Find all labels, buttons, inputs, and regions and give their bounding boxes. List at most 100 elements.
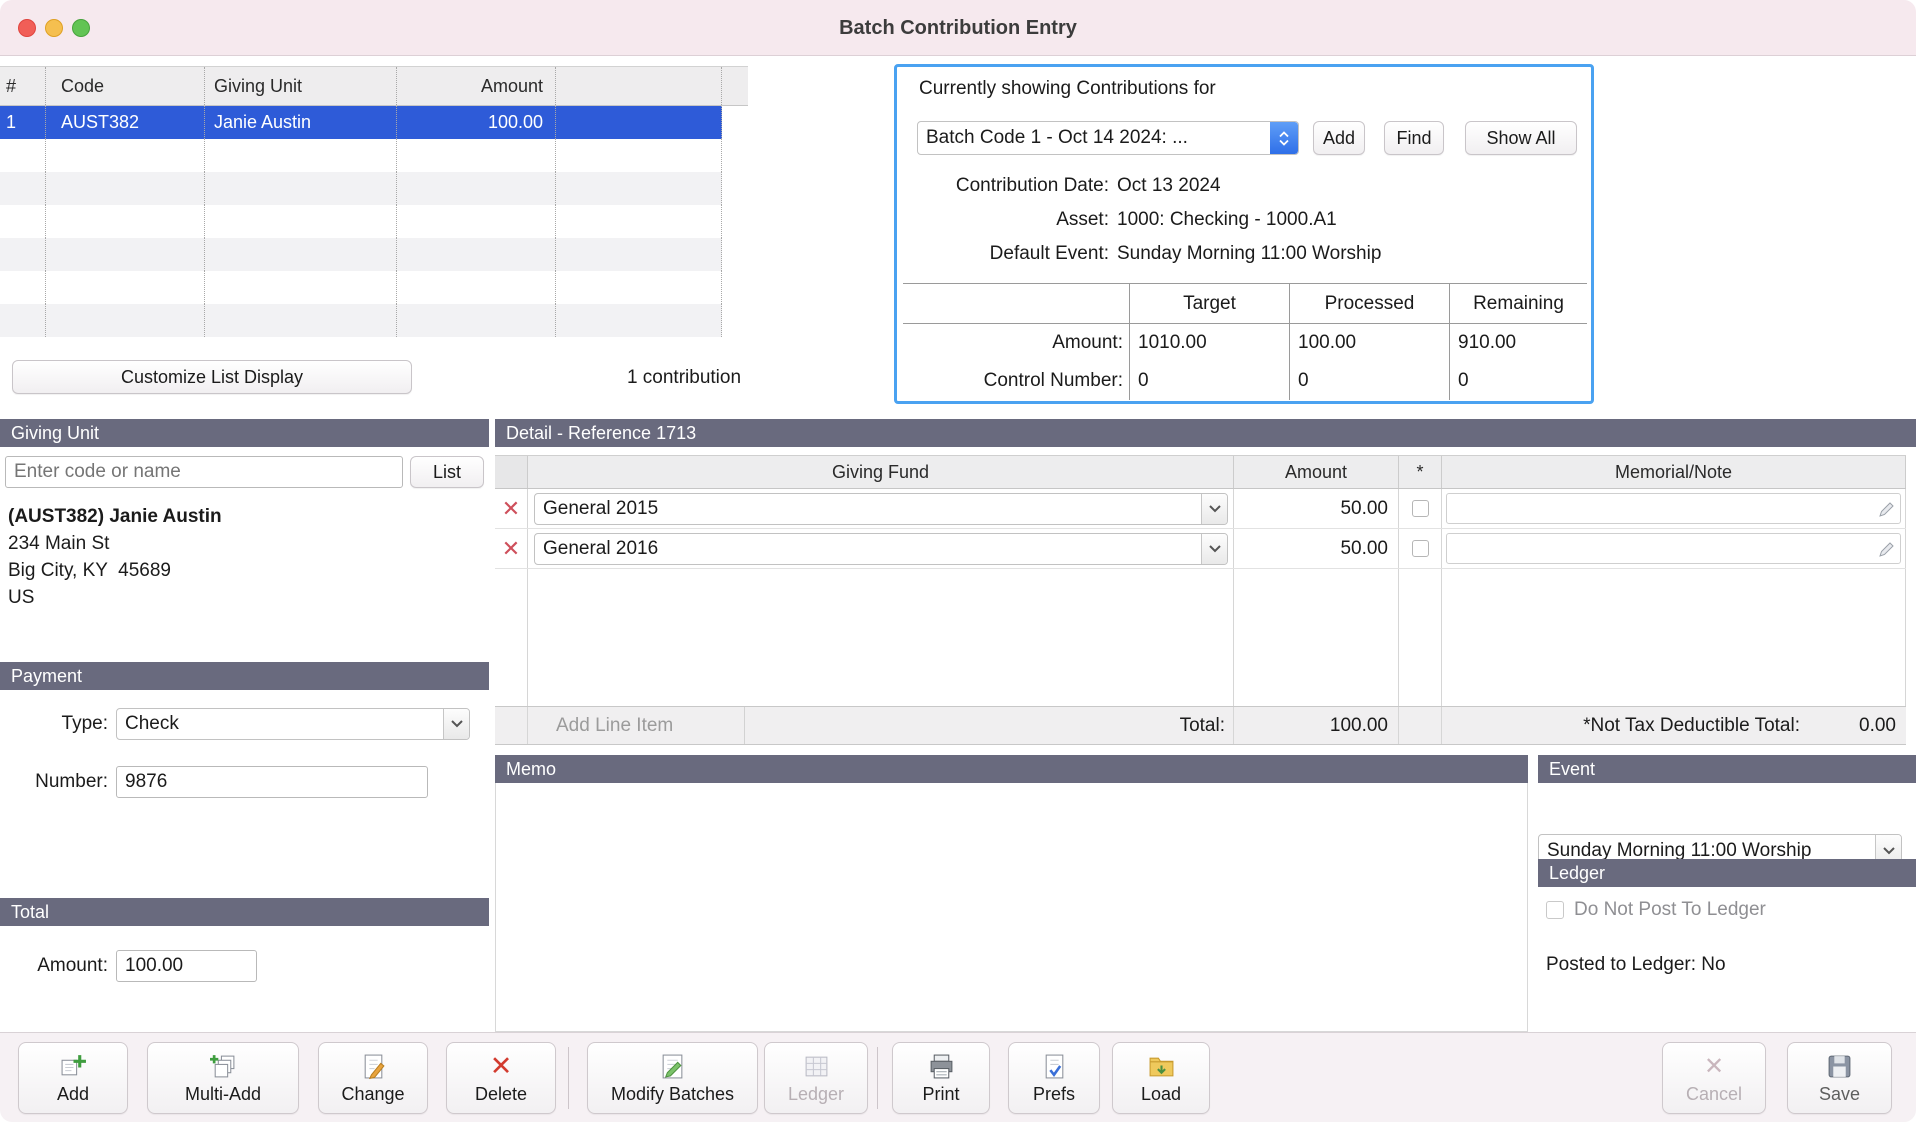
total-amount-input[interactable] [116, 950, 257, 982]
batch-add-button[interactable]: Add [1313, 121, 1365, 155]
batch-find-button[interactable]: Find [1384, 121, 1444, 155]
line-amount[interactable]: 50.00 [1234, 489, 1399, 528]
contribution-list: 1 AUST382 Janie Austin 100.00 [0, 106, 722, 337]
control-remaining: 0 [1449, 362, 1587, 400]
memo-header: Memo [495, 755, 1528, 783]
detail-empty-area [495, 569, 1906, 706]
cell-num: 1 [0, 106, 46, 139]
ntd-total-value: 0.00 [1800, 715, 1906, 737]
amount-remaining: 910.00 [1449, 324, 1587, 362]
line-amount[interactable]: 50.00 [1234, 529, 1399, 568]
payment-type-select[interactable]: Check [116, 708, 470, 740]
window-title: Batch Contribution Entry [0, 0, 1916, 56]
giving-unit-address3: US [8, 584, 222, 611]
contribution-date-label: Contribution Date: [897, 171, 1109, 201]
modify-batches-icon [659, 1051, 686, 1081]
amount-target: 1010.00 [1129, 324, 1289, 362]
add-button-label: Add [57, 1084, 89, 1105]
ledger-button-label: Ledger [788, 1084, 844, 1105]
multi-add-button-label: Multi-Add [185, 1084, 261, 1105]
cancel-button-label: Cancel [1686, 1084, 1742, 1105]
memorial-note-field[interactable] [1446, 493, 1901, 524]
empty-row [0, 304, 722, 337]
cancel-button: ✕ Cancel [1662, 1042, 1766, 1114]
detail-row: ✕ General 2016 50.00 [495, 529, 1906, 569]
print-icon [928, 1051, 955, 1081]
multi-add-button[interactable]: Multi-Add [147, 1042, 299, 1114]
detail-col-fund: Giving Fund [528, 456, 1234, 488]
col-target: Target [1129, 284, 1289, 323]
modify-batches-button-label: Modify Batches [611, 1084, 734, 1105]
delete-button[interactable]: ✕ Delete [446, 1042, 556, 1114]
toolbar-separator [877, 1047, 878, 1109]
contribution-list-header: # Code Giving Unit Amount [0, 66, 748, 106]
detail-table-header: Giving Fund Amount * Memorial/Note [495, 455, 1906, 489]
change-button[interactable]: Change [318, 1042, 428, 1114]
giving-unit-header: Giving Unit [0, 419, 489, 447]
detail-total-label: Total: [745, 707, 1234, 744]
giving-unit-search-input[interactable] [5, 456, 403, 488]
cancel-icon: ✕ [1704, 1051, 1724, 1081]
do-not-post-checkbox[interactable] [1546, 901, 1564, 919]
batch-panel: Currently showing Contributions for Batc… [894, 64, 1594, 404]
delete-icon: ✕ [490, 1051, 513, 1081]
delete-line-icon[interactable]: ✕ [495, 529, 527, 569]
batch-totals-table: Target Processed Remaining Amount: 1010.… [903, 283, 1587, 400]
batch-select[interactable]: Batch Code 1 - Oct 14 2024: ... [917, 121, 1299, 155]
add-line-item-button[interactable]: Add Line Item [528, 707, 745, 744]
load-button-label: Load [1141, 1084, 1181, 1105]
empty-row [0, 271, 722, 304]
contribution-row[interactable]: 1 AUST382 Janie Austin 100.00 [0, 106, 722, 139]
col-header-code[interactable]: Code [46, 67, 205, 105]
col-processed: Processed [1289, 284, 1449, 323]
customize-list-display-button[interactable]: Customize List Display [12, 360, 412, 394]
amount-row-label: Amount: [903, 324, 1129, 362]
not-tax-deductible-checkbox[interactable] [1412, 500, 1429, 517]
load-icon [1148, 1051, 1175, 1081]
contribution-date-value: Oct 13 2024 [1117, 171, 1221, 201]
fund-select-value: General 2015 [535, 494, 1200, 524]
load-button[interactable]: Load [1112, 1042, 1210, 1114]
empty-row [0, 238, 722, 271]
add-button[interactable]: Add [18, 1042, 128, 1114]
not-tax-deductible-checkbox[interactable] [1412, 540, 1429, 557]
add-icon [60, 1051, 87, 1081]
prefs-icon [1041, 1051, 1068, 1081]
col-header-amount[interactable]: Amount [397, 67, 556, 105]
memorial-note-field[interactable] [1446, 533, 1901, 564]
batch-select-value: Batch Code 1 - Oct 14 2024: ... [918, 122, 1271, 154]
posted-to-ledger-text: Posted to Ledger: No [1546, 954, 1726, 976]
payment-number-input[interactable] [116, 766, 428, 798]
ledger-button: Ledger [764, 1042, 868, 1114]
detail-header: Detail - Reference 1713 [495, 419, 1916, 447]
print-button[interactable]: Print [892, 1042, 990, 1114]
memo-textarea[interactable] [495, 783, 1528, 1032]
col-remaining: Remaining [1449, 284, 1587, 323]
ledger-header: Ledger [1538, 859, 1916, 887]
asset-label: Asset: [897, 205, 1109, 235]
chevron-down-icon [443, 709, 469, 739]
batch-show-all-button[interactable]: Show All [1465, 121, 1577, 155]
giving-unit-list-button[interactable]: List [410, 456, 484, 488]
change-icon [360, 1051, 387, 1081]
giving-unit-address2: Big City, KY 45689 [8, 557, 222, 584]
col-header-giving-unit[interactable]: Giving Unit [205, 67, 397, 105]
col-header-num[interactable]: # [0, 67, 46, 105]
detail-col-amount: Amount [1234, 456, 1399, 488]
amount-processed: 100.00 [1289, 324, 1449, 362]
total-header: Total [0, 898, 489, 926]
multi-add-icon [210, 1051, 237, 1081]
detail-row: ✕ General 2015 50.00 [495, 489, 1906, 529]
detail-total-value: 100.00 [1234, 707, 1399, 744]
prefs-button[interactable]: Prefs [1008, 1042, 1100, 1114]
modify-batches-button[interactable]: Modify Batches [587, 1042, 758, 1114]
delete-line-icon[interactable]: ✕ [495, 489, 527, 529]
cell-blank [556, 106, 722, 139]
save-button-label: Save [1819, 1084, 1860, 1105]
fund-select[interactable]: General 2015 [534, 493, 1228, 525]
giving-unit-name: (AUST382) Janie Austin [8, 503, 222, 530]
save-button[interactable]: Save [1787, 1042, 1892, 1114]
fund-select[interactable]: General 2016 [534, 533, 1228, 565]
payment-header: Payment [0, 662, 489, 690]
prefs-button-label: Prefs [1033, 1084, 1075, 1105]
